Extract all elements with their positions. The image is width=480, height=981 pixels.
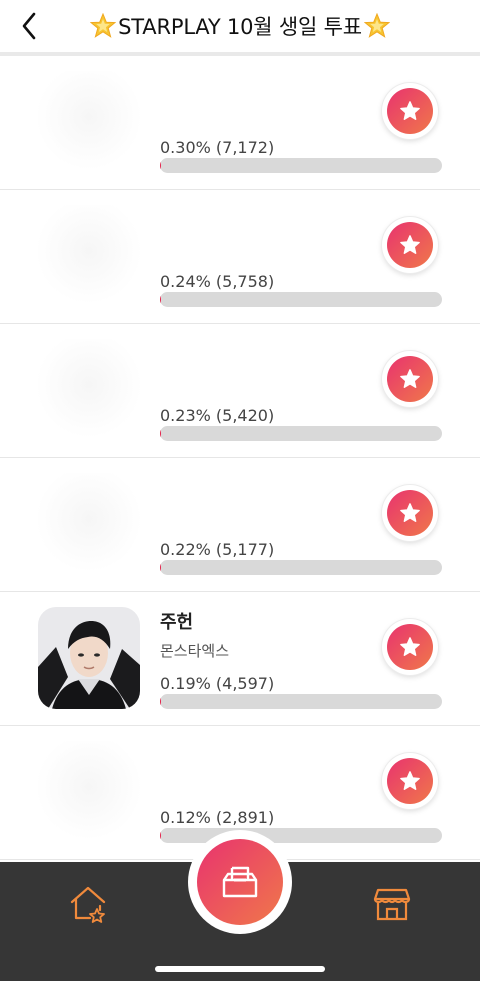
- glowing-star-icon: [363, 13, 390, 38]
- list-item: 0.30% (7,172): [0, 56, 480, 190]
- chevron-left-icon: [22, 12, 36, 40]
- vote-box-button-ring: [188, 830, 292, 934]
- vote-stat: 0.12% (2,891): [160, 808, 275, 827]
- list-item: 0.23% (5,420): [0, 324, 480, 458]
- avatar: [38, 71, 140, 173]
- vote-button[interactable]: [382, 619, 438, 675]
- vote-button[interactable]: [382, 753, 438, 809]
- vote-progress: [160, 426, 442, 441]
- avatar: [38, 473, 140, 575]
- avatar: [38, 339, 140, 441]
- header: STARPLAY 10월 생일 투표: [0, 0, 480, 56]
- vote-progress-fill: [160, 560, 161, 575]
- star-icon: [400, 637, 420, 656]
- store-icon: [373, 888, 411, 921]
- back-button[interactable]: [14, 8, 44, 44]
- list-item: 0.24% (5,758): [0, 190, 480, 324]
- vote-stat: 0.24% (5,758): [160, 272, 275, 291]
- list-item: 주헌 몬스타엑스 0.19% (4,597): [0, 592, 480, 726]
- vote-button[interactable]: [382, 351, 438, 407]
- star-icon: [400, 101, 420, 120]
- candidate-list: 0.30% (7,172) 0.24% (5,758) 0.23% (5,420…: [0, 56, 480, 860]
- vote-progress: [160, 828, 442, 843]
- vote-box-button[interactable]: [197, 839, 283, 925]
- star-icon: [400, 369, 420, 388]
- vote-progress: [160, 694, 442, 709]
- store-nav-button[interactable]: [370, 882, 414, 926]
- glowing-star-icon: [90, 13, 117, 38]
- vote-progress-fill: [160, 158, 161, 173]
- home-star-icon: [70, 886, 106, 923]
- vote-stat: 0.23% (5,420): [160, 406, 275, 425]
- vote-button[interactable]: [382, 217, 438, 273]
- vote-progress: [160, 560, 442, 575]
- vote-stat: 0.19% (4,597): [160, 674, 275, 693]
- vote-stat: 0.30% (7,172): [160, 138, 275, 157]
- vote-progress: [160, 158, 442, 173]
- star-icon: [400, 235, 420, 254]
- vote-button[interactable]: [382, 83, 438, 139]
- home-indicator: [155, 966, 325, 972]
- ballot-box-icon: [222, 866, 258, 898]
- avatar: [38, 205, 140, 307]
- home-nav-button[interactable]: [66, 882, 110, 926]
- vote-progress: [160, 292, 442, 307]
- star-icon: [400, 771, 420, 790]
- vote-button[interactable]: [382, 485, 438, 541]
- avatar: [38, 607, 140, 709]
- title-text: STARPLAY 10월 생일 투표: [118, 15, 362, 39]
- avatar: [38, 741, 140, 843]
- vote-progress-fill: [160, 426, 161, 441]
- vote-progress-fill: [160, 292, 161, 307]
- list-item: 0.22% (5,177): [0, 458, 480, 592]
- page-title: STARPLAY 10월 생일 투표: [90, 11, 390, 41]
- vote-progress-fill: [160, 694, 161, 709]
- star-icon: [400, 503, 420, 522]
- vote-stat: 0.22% (5,177): [160, 540, 275, 559]
